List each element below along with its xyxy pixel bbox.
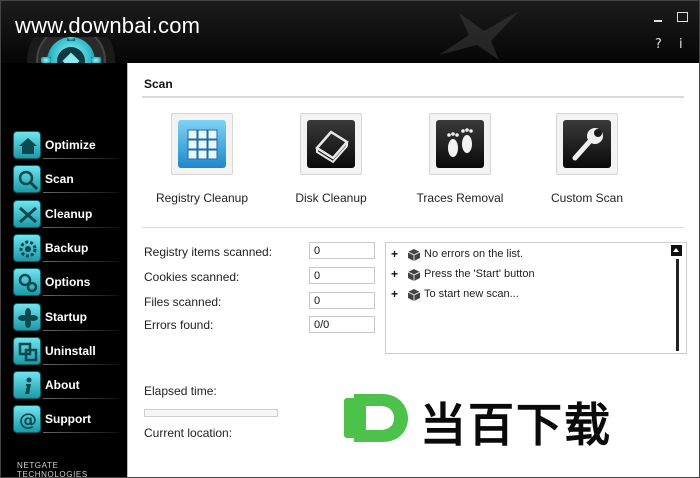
registry-items-label: Registry items scanned: — [144, 245, 273, 259]
divider — [43, 432, 119, 433]
sidebar: Optimize Scan Cleanup Backup Options Sta… — [1, 63, 127, 478]
gears-icon — [13, 268, 41, 296]
divider — [43, 398, 119, 399]
custom-scan-button[interactable]: Custom Scan — [527, 113, 647, 208]
sidebar-item-label: Cleanup — [45, 207, 93, 221]
disk-drive-icon — [307, 120, 355, 168]
divider — [142, 227, 684, 228]
registry-cleanup-button[interactable]: Registry Cleanup — [142, 113, 262, 208]
footprints-icon — [436, 120, 484, 168]
backup-gear-icon — [13, 234, 41, 262]
sidebar-item-label: Optimize — [45, 138, 96, 152]
divider — [43, 261, 119, 262]
bird-decoration-icon — [439, 11, 519, 60]
sidebar-item-startup[interactable]: Startup — [13, 303, 119, 333]
fan-icon — [13, 303, 41, 331]
at-icon: @ — [13, 405, 41, 433]
tile-label: Disk Cleanup — [295, 191, 367, 205]
sidebar-item-label: Scan — [45, 172, 74, 186]
sidebar-item-label: Options — [45, 275, 91, 289]
elapsed-time-label: Elapsed time: — [144, 384, 217, 398]
house-icon — [13, 131, 41, 159]
expand-icon[interactable]: + — [391, 287, 398, 301]
divider — [43, 227, 119, 228]
list-item-text: No errors on the list. — [424, 248, 524, 260]
wrench-icon — [563, 120, 611, 168]
watermark-site-text: www.downbai.com — [15, 13, 201, 38]
tile-label: Custom Scan — [550, 191, 624, 205]
app-window: www.downbai.com ? i Optimize Scan Cleanu… — [0, 0, 700, 478]
results-list[interactable]: + No errors on the list. + Press the 'St… — [385, 242, 687, 354]
list-item-text: To start new scan... — [424, 288, 519, 300]
files-scanned-value: 0 — [309, 292, 375, 309]
divider — [142, 96, 684, 98]
tile-frame — [556, 113, 618, 175]
broom-x-icon — [13, 200, 41, 228]
info-icon — [13, 371, 41, 399]
current-location-label: Current location: — [144, 426, 233, 440]
tile-frame — [171, 113, 233, 175]
sidebar-item-options[interactable]: Options — [13, 268, 119, 298]
main-panel: Scan Registry Cleanup Disk Cleanup Trace… — [127, 63, 699, 477]
sidebar-item-label: Startup — [45, 310, 87, 324]
sidebar-item-about[interactable]: About — [13, 371, 119, 401]
divider — [43, 295, 119, 296]
divider — [43, 364, 119, 365]
cookies-scanned-value: 0 — [309, 267, 375, 284]
sidebar-item-support[interactable]: @ Support — [13, 405, 119, 435]
tile-label: Traces Removal — [416, 191, 504, 205]
errors-found-label: Errors found: — [144, 318, 214, 332]
tile-frame — [300, 113, 362, 175]
sidebar-item-uninstall[interactable]: Uninstall — [13, 337, 119, 367]
scroll-up-button[interactable] — [671, 245, 682, 256]
page-title: Scan — [144, 77, 173, 91]
minimize-button[interactable] — [652, 9, 664, 23]
sidebar-item-label: About — [45, 378, 80, 392]
divider — [43, 192, 119, 193]
sidebar-item-label: Uninstall — [45, 344, 96, 358]
divider — [43, 330, 119, 331]
scan-progress-bar — [144, 409, 278, 417]
disk-cleanup-button[interactable]: Disk Cleanup — [271, 113, 391, 208]
magnifier-icon — [13, 165, 41, 193]
sidebar-item-cleanup[interactable]: Cleanup — [13, 200, 119, 230]
sidebar-item-scan[interactable]: Scan — [13, 165, 119, 195]
cube-icon — [407, 269, 421, 281]
cube-icon — [407, 289, 421, 301]
sidebar-item-label: Support — [45, 412, 91, 426]
expand-icon[interactable]: + — [391, 267, 398, 281]
uninstall-icon — [13, 337, 41, 365]
info-button[interactable]: i — [679, 37, 683, 52]
list-item-text: Press the 'Start' button — [424, 268, 535, 280]
cube-icon — [407, 249, 421, 261]
divider — [43, 158, 119, 159]
sidebar-item-optimize[interactable]: Optimize — [13, 131, 119, 161]
traces-removal-button[interactable]: Traces Removal — [400, 113, 520, 208]
sidebar-item-backup[interactable]: Backup — [13, 234, 119, 264]
files-scanned-label: Files scanned: — [144, 295, 222, 309]
sidebar-item-label: Backup — [45, 241, 89, 255]
maximize-button[interactable] — [677, 12, 688, 22]
help-button[interactable]: ? — [655, 37, 662, 52]
cookies-scanned-label: Cookies scanned: — [144, 270, 240, 284]
errors-found-value: 0/0 — [309, 316, 375, 333]
registry-items-value: 0 — [309, 242, 375, 259]
scrollbar[interactable] — [676, 259, 679, 351]
brand-label: NETGATE TECHNOLOGIES — [17, 461, 88, 478]
svg-text:@: @ — [19, 410, 37, 431]
watermark-chinese-text: 当百下载 — [420, 398, 612, 452]
tile-frame — [429, 113, 491, 175]
watermark-logo-icon — [344, 394, 408, 442]
expand-icon[interactable]: + — [391, 247, 398, 261]
registry-cubes-icon — [178, 120, 226, 168]
tile-label: Registry Cleanup — [155, 191, 249, 205]
